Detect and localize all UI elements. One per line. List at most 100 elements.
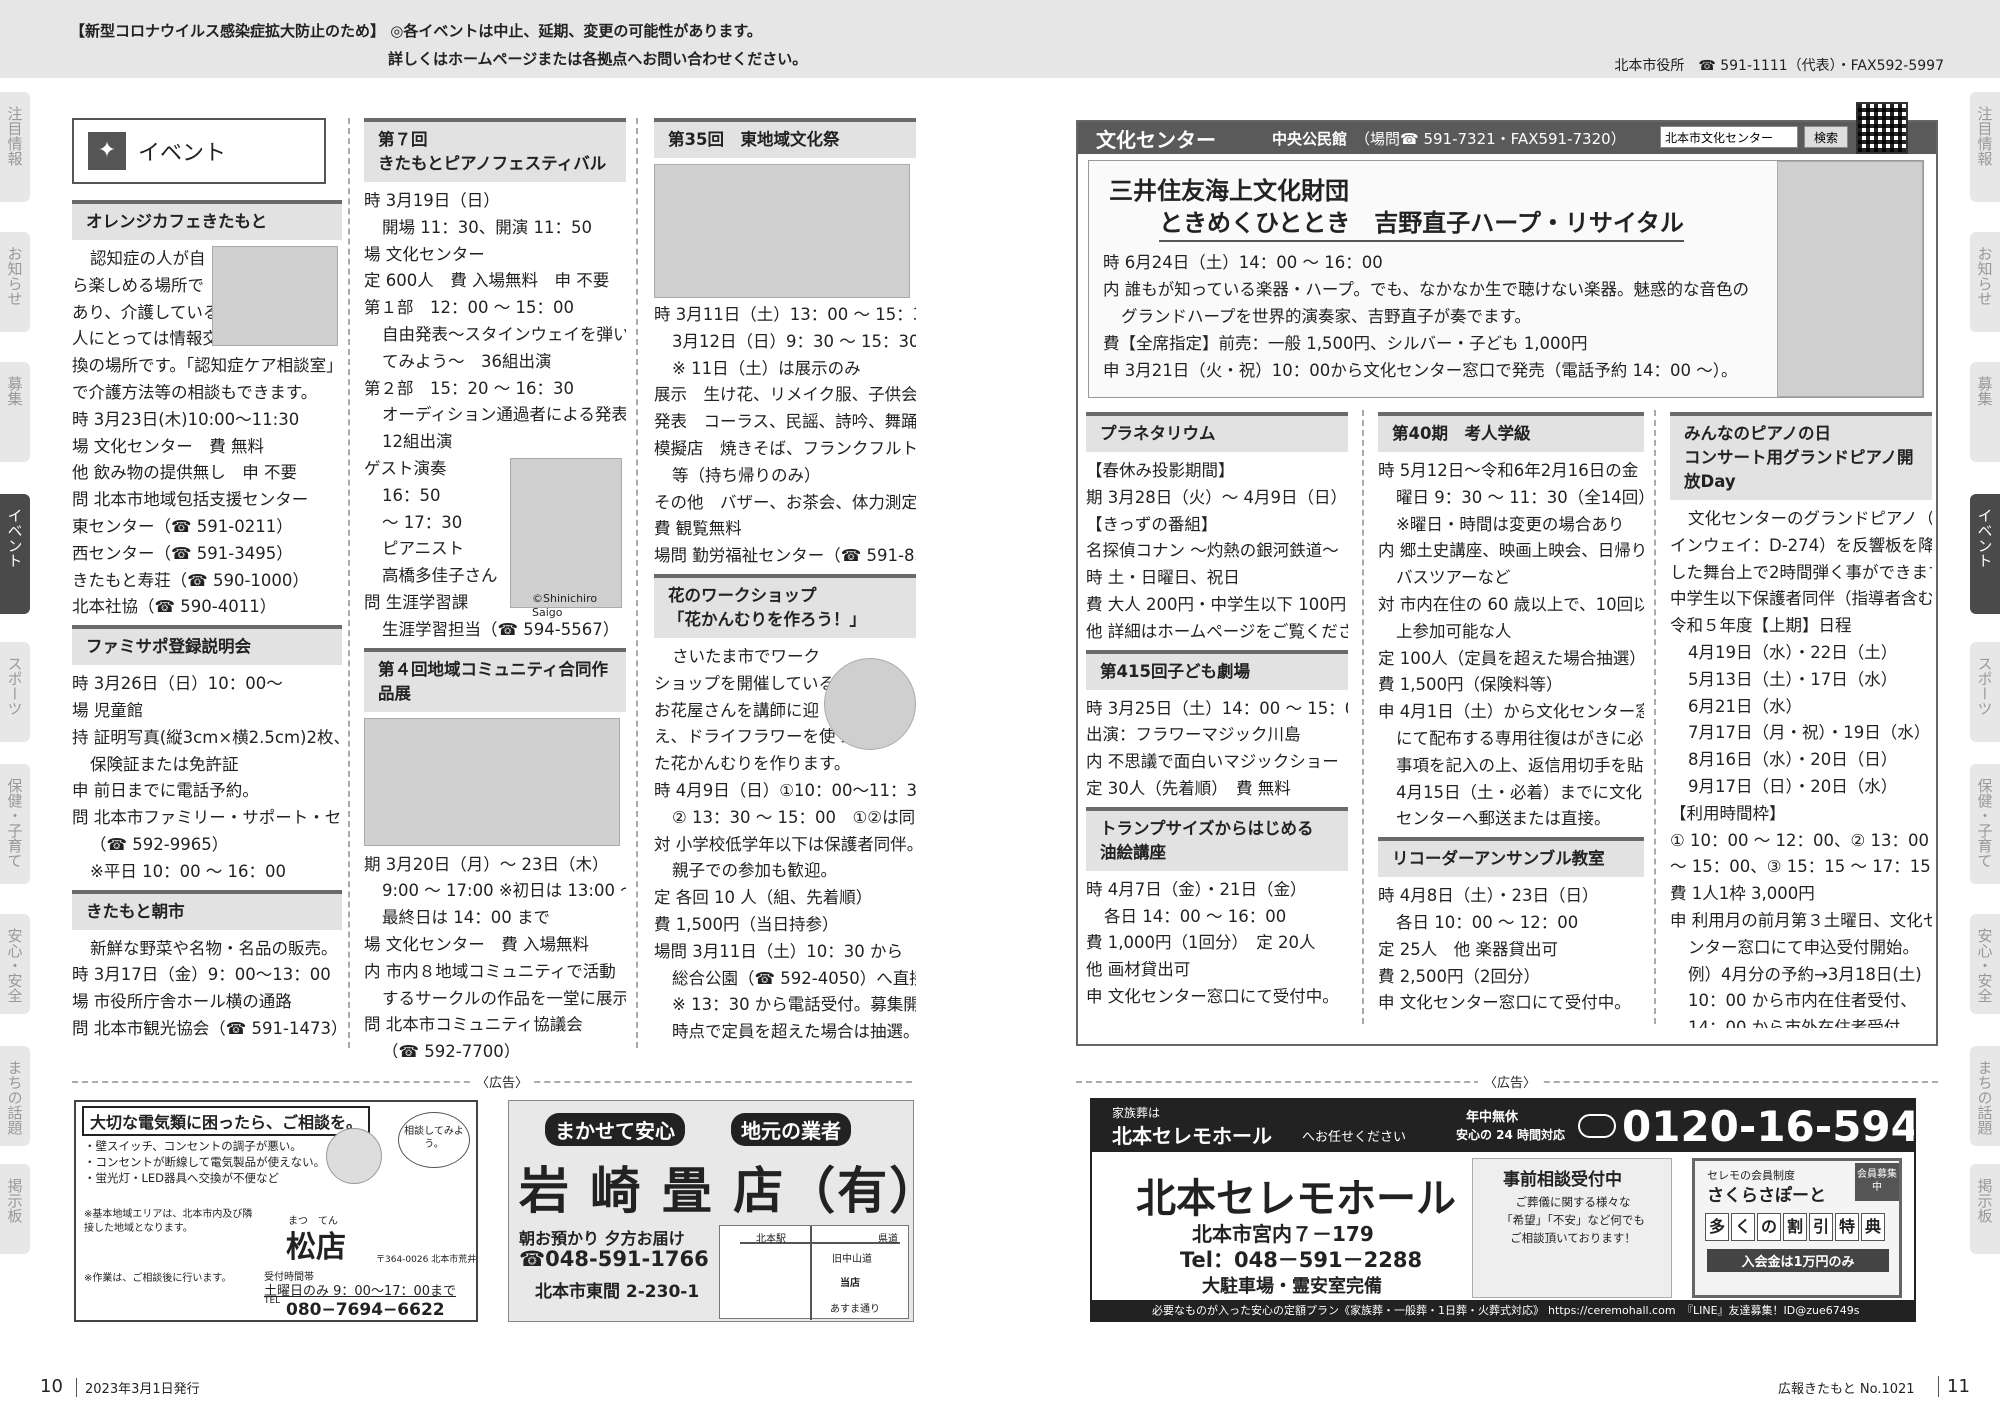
text-line: 10：00 から市内在住者受付、 (1688, 991, 1917, 1011)
text-line: （☎ 592-9965） (90, 834, 229, 854)
ceremo-small: 家族葬は (1112, 1106, 1161, 1120)
text-line: 5月13日（土）・17日（水） (1688, 669, 1898, 689)
matsu-ad: 大切な電気類に困ったら、ご相談を。 ・壁スイッチ、コンセントの調子が悪い。 ・コン… (74, 1100, 478, 1322)
text-line: 時 4月8日（土）・23日（日） (1378, 886, 1599, 906)
text-line: 時 5月12日～令和6年2月16日の金 (1378, 461, 1639, 480)
side-tab-right-6[interactable]: 安心・安全 (1970, 914, 2000, 1014)
text-line: 9月17日（日）・20日（水） (1688, 776, 1898, 796)
side-tab-left-7[interactable]: まちの話題 (0, 1046, 30, 1146)
qr-code-icon[interactable] (1856, 102, 1908, 154)
abura-e-title-line1: トランプサイズからはじめる (1100, 818, 1314, 838)
page-number-left: 10 (40, 1376, 63, 1397)
side-tab-left-4[interactable]: スポーツ (0, 642, 30, 742)
kodomo-gekijo-body: 時 3月25日（土）14：00 ～ 15：00 出演：フラワーマジック川島内 不思… (1086, 696, 1348, 803)
side-tab-left-2[interactable]: 募集 (0, 362, 30, 462)
side-tab-right-4[interactable]: スポーツ (1970, 642, 2000, 742)
page-number-right: 11 (1938, 1376, 1970, 1397)
text-line: てみよう～ 36組出演 (382, 351, 552, 371)
side-tab-left-5[interactable]: 保健・子育て (0, 764, 30, 884)
ceremo-badge-open: 年中無休 (1466, 1110, 1519, 1125)
text-line: 費【全席指定】前売：一般 1,500円、シルバー・子ども 1,000円 (1103, 334, 1588, 353)
abura-e-title-line2: 油絵講座 (1100, 842, 1166, 862)
matsu-shop-name: 松店 (286, 1230, 346, 1265)
text-line: 費 1,500円（当日持参） (654, 914, 839, 934)
column-3: 第35回 東地域文化祭 時 3月11日（土）13：00 ～ 15：30 3月12日… (654, 118, 916, 1058)
matsu-bullet: ・蛍光灯・LED器具へ交換が不便など (84, 1171, 280, 1185)
text-line: 中学生以下保護者同伴（指導者含む）。 (1670, 589, 1932, 609)
text-line: 場 市役所庁舎ホール横の通路 (72, 992, 292, 1012)
side-tab-left-6[interactable]: 安心・安全 (0, 914, 30, 1014)
text-line: 7月17日（月・祝）・19日（水） (1688, 723, 1931, 743)
side-tab-left-8[interactable]: 掲示板 (0, 1164, 30, 1254)
search-input[interactable] (1660, 126, 1798, 148)
text-line: グランドハープを世界的演奏家、吉野直子が奏でます。 (1121, 307, 1531, 326)
side-tab-right-1[interactable]: お知らせ (1970, 232, 2000, 332)
text-line: 上参加可能な人 (1396, 621, 1512, 641)
text-line: 申 3月21日（火・祝）10：00から文化センター窓口で発売（電話予約 14：0… (1103, 361, 1738, 380)
side-tab-right-2[interactable]: 募集 (1970, 362, 2000, 462)
column-divider-2 (636, 118, 638, 1048)
abura-e-body: 時 4月7日（金）・21日（金） 各日 14：00 ～ 16：00 費 1,000円… (1086, 877, 1348, 1011)
text-line: 場問 3月11日（土）10：30 から (654, 941, 903, 961)
iwasaki-address: 北本市東間 2-230-1 (535, 1282, 700, 1302)
text-line: 新鮮な野菜や名物・名品の販売。 (90, 938, 338, 958)
search-button[interactable]: 検索 (1804, 126, 1848, 148)
recorder-title: リコーダーアンサンブル教室 (1378, 837, 1644, 878)
ceremo-footer-band: 必要なものが入った安心の定額プラン《家族葬・一般葬・1日葬・火葬式対応》 htt… (1092, 1300, 1914, 1320)
piano-festival-title-line1: 第７回 (378, 130, 428, 149)
text-line: ※平日 10：00 ～ 16：00 (90, 861, 287, 881)
side-tab-right-3[interactable]: イベント (1970, 494, 2000, 614)
member-name: さくらさぽーと (1707, 1186, 1826, 1206)
ceremo-name: 北本セレモホール (1136, 1176, 1456, 1222)
text-line: 時点で定員を超えた場合は抽選。 (672, 1022, 916, 1042)
text-line: 親子での参加も歓迎。 (672, 861, 837, 881)
text-line: にて配布する専用往復はがきに必要 (1396, 728, 1644, 748)
text-line: 開場 11：30、開演 11：50 (382, 217, 592, 237)
text-line: その他 バザー、お茶会、体力測定 (654, 492, 916, 512)
kodomo-gekijo-title: 第415回子ども劇場 (1086, 649, 1348, 690)
asaichi-title: きたもと朝市 (72, 889, 342, 930)
text-line: した舞台上で2時間弾く事ができます。 (1670, 562, 1932, 582)
publication-name: 広報きたもと No.1021 (1778, 1382, 1915, 1397)
matsu-hours: 土曜日のみ 9：00～17：00まで (264, 1284, 457, 1299)
iwasaki-map: 北本駅 旧中山道 当店 県道 あすま通り (719, 1225, 909, 1320)
consultation-box: 事前相談受付中 ご葬儀に関する様々な 「希望」「不安」など何でも ご相談頂いておりま… (1472, 1158, 1672, 1298)
text-line: 【春休み投影期間】 (1086, 461, 1235, 480)
text-line: ※ 11日（土）は展示のみ (672, 358, 861, 378)
sparkle-icon: ✦ (88, 132, 126, 170)
text-line: するサークルの作品を一堂に展示 (382, 988, 626, 1008)
text-line: 期 3月28日（火）～ 4月9日（日） (1086, 487, 1347, 507)
community-exhibit-photo (364, 717, 620, 846)
matsu-tel: 080−7694−6622 (286, 1300, 445, 1320)
map-label-kendo: 県道 (878, 1234, 898, 1245)
side-tab-left-0[interactable]: 注目情報 (0, 92, 30, 202)
iwasaki-slogan2: 地元の業者 (731, 1113, 851, 1146)
text-line: 出演：フラワーマジック川島 (1086, 725, 1301, 745)
text-line: 場 文化センター 費 無料 (72, 436, 264, 456)
text-line: 場 児童館 (72, 700, 144, 720)
text-line: 対 小学校低学年以下は保護者同伴。 (654, 834, 916, 854)
pianist-photo (510, 458, 622, 608)
text-line: 各日 14：00 ～ 16：00 (1104, 906, 1287, 926)
side-tab-left-3[interactable]: イベント (0, 494, 30, 614)
text-line: 12組出演 (382, 432, 453, 452)
ceremo-line-id: 『LINE』友達募集！ID@zue6749s (1682, 1304, 1860, 1317)
consult-line: 「希望」「不安」など何でも (1501, 1213, 1645, 1227)
text-line: 例）4月分の予約→3月18日(土) (1688, 964, 1922, 984)
text-line: ② 13：30 ～ 15：00 ①②は同内容 (672, 807, 916, 827)
ceremo-url[interactable]: https://ceremohall.com (1548, 1300, 1676, 1320)
piano-festival-title: 第７回 きたもとピアノフェスティバル (364, 118, 626, 182)
side-tab-right-7[interactable]: まちの話題 (1970, 1046, 2000, 1146)
text-line: 北本社協（☎ 590-4011） (72, 597, 277, 617)
text-line: 定 100人（定員を超えた場合抽選） (1378, 648, 1644, 668)
side-tab-right-8[interactable]: 掲示板 (1970, 1164, 2000, 1254)
text-line: 場 文化センター (364, 244, 485, 264)
side-tab-left-1[interactable]: お知らせ (0, 232, 30, 332)
text-line: 費 観覧無料 (654, 519, 742, 539)
feature-body: 時 6月24日（土）14：00 ～ 16：00 内 誰もが知っている楽器・ハープ。… (1103, 249, 1783, 395)
side-tab-right-5[interactable]: 保健・子育て (1970, 764, 2000, 884)
piano-day-title-line2: コンサート用グランドピアノ開放Day (1684, 448, 1914, 491)
matsu-speech-bubble: 相談してみよう。 (398, 1112, 470, 1168)
side-tab-right-0[interactable]: 注目情報 (1970, 92, 2000, 202)
text-line: 等（持ち帰りのみ） (672, 465, 821, 485)
